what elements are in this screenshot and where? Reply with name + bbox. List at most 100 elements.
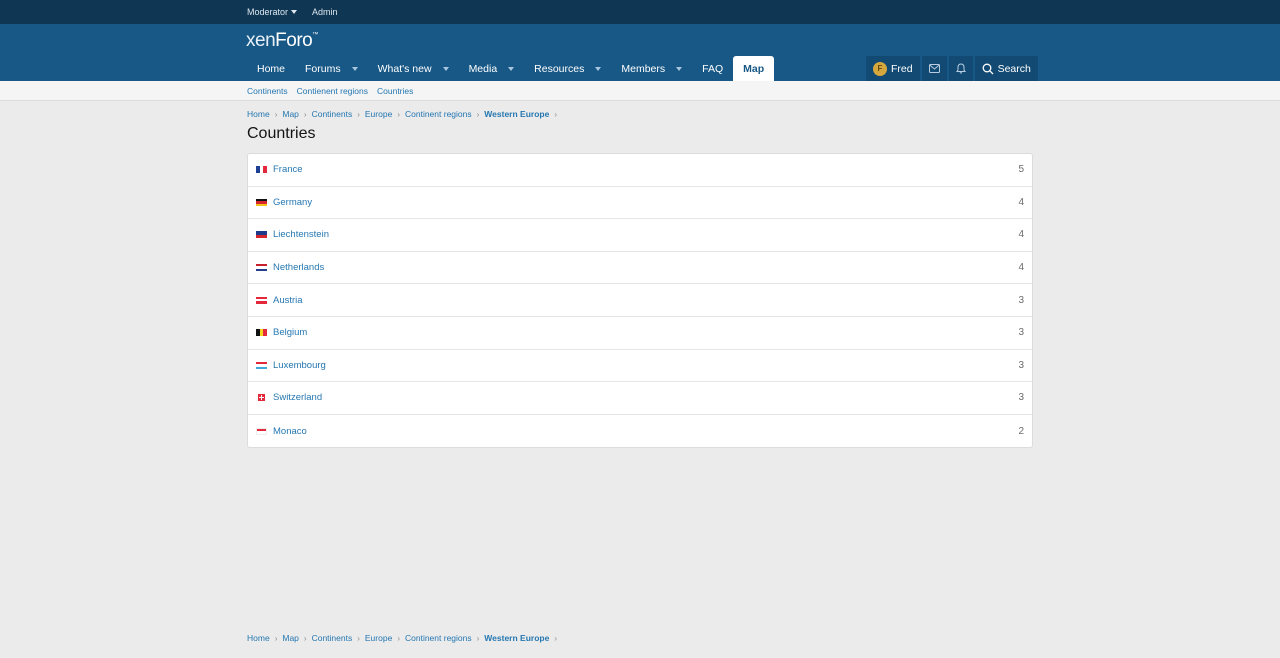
list-item: Monaco 2 [248, 415, 1032, 448]
user-bar: F Fred Search [866, 56, 1040, 81]
breadcrumb-bottom: Home › Map › Continents › Europe › Continent… [247, 631, 562, 645]
belgium-flag-icon [256, 329, 268, 337]
breadcrumb-map[interactable]: Map [282, 633, 299, 643]
chevron-right-icon: › [303, 633, 307, 643]
subnav-link-continent-regions[interactable]: Contienent regions [297, 86, 368, 96]
nav-tab-faq[interactable]: FAQ [692, 56, 733, 81]
account-button[interactable]: F Fred [866, 56, 920, 81]
switzerland-flag-icon [258, 394, 265, 402]
search-label: Search [997, 62, 1031, 75]
site-logo[interactable]: xenForo™ [246, 30, 318, 52]
subnav-link-continents[interactable]: Continents [247, 86, 288, 96]
moderator-menu[interactable]: Moderator [247, 7, 298, 17]
chevron-down-icon[interactable] [676, 66, 683, 71]
nav-tab-forums[interactable]: Forums [295, 56, 368, 81]
page-title: Countries [247, 125, 316, 142]
nav-tab-map[interactable]: Map [733, 56, 775, 81]
chevron-right-icon: › [397, 633, 400, 643]
chevron-down-icon[interactable] [508, 66, 515, 71]
search-button[interactable]: Search [974, 56, 1038, 81]
nav-tab-whats-new[interactable]: What's new [368, 56, 459, 81]
monaco-flag-icon [256, 427, 267, 435]
list-item: France 5 [248, 154, 1032, 187]
alerts-button[interactable] [948, 56, 973, 81]
country-link[interactable]: Liechtenstein [273, 229, 329, 240]
liechtenstein-flag-icon [256, 231, 267, 239]
nav-tab-label: Members [621, 62, 666, 75]
country-link[interactable]: France [273, 164, 303, 175]
logo-trademark: ™ [312, 32, 318, 38]
breadcrumb-home[interactable]: Home [247, 633, 270, 643]
breadcrumb-continents[interactable]: Continents [312, 109, 353, 119]
nav-tab-resources[interactable]: Resources [524, 56, 611, 81]
nav-tab-label: Resources [534, 62, 585, 75]
country-count: 5 [1018, 164, 1024, 176]
nav-tab-label: Media [468, 62, 498, 75]
nav-tab-home[interactable]: Home [247, 56, 295, 81]
breadcrumb-continents[interactable]: Continents [312, 633, 353, 643]
site-header: xenForo™ Home Forums What's new Media Re… [0, 24, 1280, 81]
chevron-right-icon: › [476, 633, 480, 643]
nav-tab-label: Map [743, 62, 765, 75]
inbox-button[interactable] [921, 56, 947, 81]
country-link[interactable]: Austria [273, 295, 303, 306]
chevron-right-icon: › [357, 633, 360, 643]
nav-tab-members[interactable]: Members [611, 56, 692, 81]
country-link[interactable]: Monaco [273, 426, 307, 437]
country-count: 2 [1018, 425, 1024, 437]
chevron-down-icon[interactable] [442, 66, 449, 71]
breadcrumb-western-europe[interactable]: Western Europe [484, 633, 549, 643]
breadcrumb-home[interactable]: Home [247, 109, 270, 119]
breadcrumb-map[interactable]: Map [282, 109, 299, 119]
breadcrumb-western-europe[interactable]: Western Europe [484, 109, 549, 119]
breadcrumb-continent-regions[interactable]: Continent regions [405, 109, 472, 119]
country-link[interactable]: Germany [273, 197, 312, 208]
logo-part-2: Foro [275, 30, 313, 51]
chevron-down-icon[interactable] [595, 66, 602, 71]
country-count: 3 [1018, 392, 1024, 404]
country-list: France 5 Germany 4 Liechtenstein 4 Nethe… [247, 153, 1033, 449]
country-count: 4 [1018, 196, 1024, 208]
list-item: Germany 4 [248, 187, 1032, 220]
list-item: Belgium 3 [248, 317, 1032, 350]
luxembourg-flag-icon [256, 361, 267, 369]
chevron-right-icon: › [303, 109, 307, 119]
country-link[interactable]: Belgium [273, 327, 307, 338]
subnav-link-countries[interactable]: Countries [377, 86, 413, 96]
envelope-icon [928, 64, 940, 73]
logo-part-1: xen [246, 30, 276, 51]
chevron-right-icon: › [357, 109, 360, 119]
chevron-down-icon[interactable] [351, 66, 358, 71]
username: Fred [891, 62, 913, 75]
breadcrumb-continent-regions[interactable]: Continent regions [405, 633, 472, 643]
chevron-right-icon: › [554, 633, 557, 643]
country-link[interactable]: Luxembourg [273, 360, 326, 371]
chevron-right-icon: › [476, 109, 480, 119]
germany-flag-icon [256, 198, 267, 206]
sub-nav: Continents Contienent regions Countries [0, 81, 1280, 101]
nav-tab-media[interactable]: Media [459, 56, 525, 81]
search-icon [982, 63, 994, 75]
chevron-right-icon: › [554, 109, 557, 119]
chevron-right-icon: › [274, 109, 278, 119]
list-item: Switzerland 3 [248, 382, 1032, 415]
list-item: Netherlands 4 [248, 252, 1032, 285]
breadcrumb-europe[interactable]: Europe [365, 633, 392, 643]
country-count: 3 [1018, 294, 1024, 306]
list-item: Liechtenstein 4 [248, 219, 1032, 252]
country-count: 3 [1018, 359, 1024, 371]
list-item: Austria 3 [248, 284, 1032, 317]
nav-tab-label: Home [257, 62, 286, 75]
list-item: Luxembourg 3 [248, 350, 1032, 383]
admin-link[interactable]: Admin [312, 7, 338, 17]
nav-tab-label: FAQ [702, 62, 724, 75]
country-link[interactable]: Netherlands [273, 262, 324, 273]
staff-bar: Moderator Admin [0, 0, 1280, 24]
netherlands-flag-icon [256, 264, 267, 272]
avatar: F [873, 61, 887, 76]
country-count: 4 [1018, 262, 1024, 274]
nav-tab-label: What's new [377, 62, 432, 75]
breadcrumb: Home › Map › Continents › Europe › Continent… [247, 107, 562, 121]
breadcrumb-europe[interactable]: Europe [365, 109, 392, 119]
country-link[interactable]: Switzerland [273, 392, 322, 403]
